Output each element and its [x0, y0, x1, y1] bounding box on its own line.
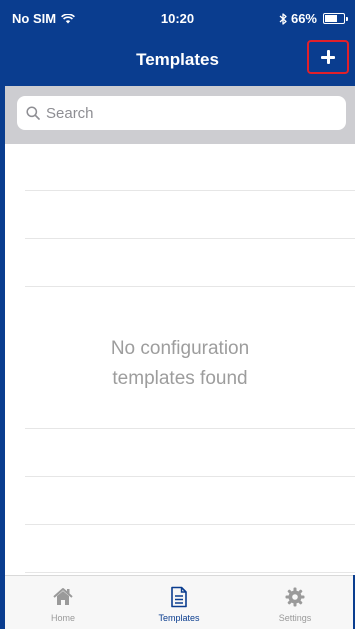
header: No SIM 10:20 66% Templates — [0, 0, 355, 86]
search-input[interactable]: Search — [17, 96, 346, 130]
plus-icon — [321, 50, 335, 64]
tab-label-templates: Templates — [158, 613, 200, 623]
list-separator — [25, 476, 355, 477]
page-title: Templates — [136, 50, 219, 69]
battery-icon — [323, 13, 348, 24]
bluetooth-icon — [279, 12, 287, 25]
list-separator — [25, 428, 355, 429]
tab-bar: Home Templates Settings — [5, 575, 353, 629]
status-bar: No SIM 10:20 66% — [0, 0, 355, 34]
tab-settings[interactable]: Settings — [237, 576, 353, 629]
empty-state-text: No configuration templates found — [110, 338, 250, 389]
home-icon — [53, 588, 73, 605]
search-icon — [26, 106, 40, 120]
screen: No SIM 10:20 66% Templates Search No con… — [0, 0, 355, 629]
battery-percent: 66% — [290, 11, 317, 26]
gear-icon — [285, 587, 305, 607]
template-list: No configuration templates found — [5, 144, 355, 575]
add-template-button[interactable] — [307, 40, 349, 74]
tab-templates[interactable]: Templates — [121, 576, 237, 629]
list-separator — [25, 190, 355, 191]
tab-label-settings: Settings — [278, 613, 312, 623]
list-separator — [25, 286, 355, 287]
list-separator — [25, 572, 355, 573]
battery-fill — [325, 15, 337, 22]
search-placeholder: Search — [46, 104, 94, 122]
document-icon — [171, 586, 187, 608]
tab-label-home: Home — [50, 613, 75, 623]
search-area: Search — [5, 86, 355, 144]
nav-bar: Templates — [0, 34, 355, 86]
tab-home[interactable]: Home — [5, 576, 121, 629]
left-edge — [0, 0, 5, 629]
empty-state-message: No configuration templates found — [5, 334, 355, 394]
list-separator — [25, 524, 355, 525]
list-separator — [25, 238, 355, 239]
status-right: 66% — [279, 11, 348, 26]
